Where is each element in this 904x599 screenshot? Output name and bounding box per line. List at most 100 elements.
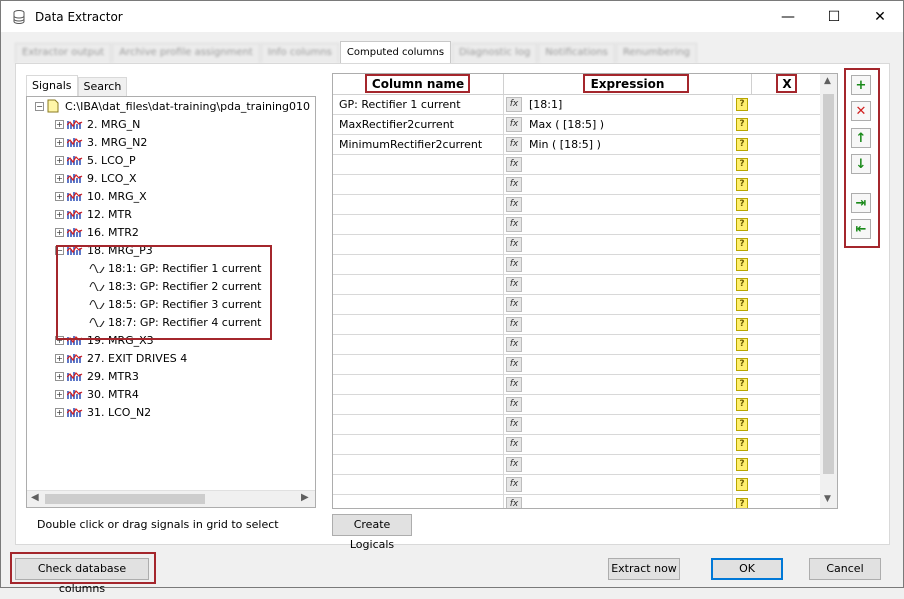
function-icon[interactable]: fx [506, 157, 522, 172]
column-name-cell[interactable] [333, 395, 504, 415]
expression-cell[interactable] [523, 375, 733, 395]
scroll-up-icon[interactable]: ▲ [824, 76, 831, 86]
help-icon[interactable]: ? [736, 358, 748, 371]
expand-icon[interactable]: + [55, 209, 64, 219]
tree-root[interactable]: − C:\IBA\dat_files\dat-training\pda_trai… [35, 97, 310, 115]
expression-cell[interactable]: [18:1] [523, 95, 733, 115]
expand-icon[interactable]: + [55, 155, 64, 165]
expand-icon[interactable]: + [55, 119, 64, 129]
function-icon[interactable]: fx [506, 457, 522, 472]
function-icon[interactable]: fx [506, 137, 522, 152]
computed-columns-grid[interactable]: Column name Expression X GP: Rectifier 1… [332, 73, 838, 509]
function-icon[interactable]: fx [506, 277, 522, 292]
function-icon[interactable]: fx [506, 97, 522, 112]
tree-group[interactable]: +16. MTR2 [55, 223, 139, 241]
tab-signals[interactable]: Signals [26, 75, 78, 96]
help-icon[interactable]: ? [736, 158, 748, 171]
table-row[interactable]: fx? [333, 415, 823, 435]
expression-cell[interactable] [523, 335, 733, 355]
column-name-cell[interactable] [333, 415, 504, 435]
column-name-cell[interactable] [333, 215, 504, 235]
tree-group[interactable]: +2. MRG_N [55, 115, 140, 133]
column-name-cell[interactable] [333, 355, 504, 375]
column-name-cell[interactable]: MaxRectifier2current [333, 115, 504, 135]
column-name-cell[interactable] [333, 255, 504, 275]
expression-cell[interactable] [523, 295, 733, 315]
grid-scroll-thumb[interactable] [823, 94, 834, 474]
column-name-cell[interactable] [333, 195, 504, 215]
function-icon[interactable]: fx [506, 217, 522, 232]
expression-cell[interactable] [523, 155, 733, 175]
help-icon[interactable]: ? [736, 338, 748, 351]
table-row[interactable]: fx? [333, 495, 823, 508]
table-row[interactable]: fx? [333, 215, 823, 235]
scroll-down-icon[interactable]: ▼ [824, 494, 831, 504]
table-row[interactable]: fx? [333, 175, 823, 195]
collapse-icon[interactable]: − [35, 101, 44, 111]
expression-cell[interactable] [523, 395, 733, 415]
x-cell[interactable] [752, 115, 823, 135]
function-icon[interactable]: fx [506, 317, 522, 332]
x-cell[interactable] [752, 475, 823, 495]
expression-cell[interactable] [523, 415, 733, 435]
expression-cell[interactable] [523, 435, 733, 455]
expand-icon[interactable]: + [55, 137, 64, 147]
column-name-cell[interactable] [333, 235, 504, 255]
table-row[interactable]: fx? [333, 155, 823, 175]
x-cell[interactable] [752, 495, 823, 508]
table-row[interactable]: fx? [333, 375, 823, 395]
tree-group[interactable]: +30. MTR4 [55, 385, 139, 403]
table-row[interactable]: fx? [333, 235, 823, 255]
table-row[interactable]: fx? [333, 355, 823, 375]
x-cell[interactable] [752, 95, 823, 115]
function-icon[interactable]: fx [506, 297, 522, 312]
x-cell[interactable] [752, 275, 823, 295]
x-cell[interactable] [752, 395, 823, 415]
expand-icon[interactable]: + [55, 389, 64, 399]
column-name-cell[interactable] [333, 475, 504, 495]
table-row[interactable]: fx? [333, 255, 823, 275]
help-icon[interactable]: ? [736, 118, 748, 131]
minimize-button[interactable]: — [765, 1, 811, 32]
scroll-left-icon[interactable]: ◀ [31, 492, 39, 503]
expression-cell[interactable] [523, 175, 733, 195]
function-icon[interactable]: fx [506, 177, 522, 192]
tree-group[interactable]: +27. EXIT DRIVES 4 [55, 349, 187, 367]
x-cell[interactable] [752, 155, 823, 175]
grid-vertical-scrollbar[interactable]: ▲ ▼ [820, 74, 837, 508]
table-row[interactable]: fx? [333, 295, 823, 315]
column-name-cell[interactable]: MinimumRectifier2current [333, 135, 504, 155]
expand-icon[interactable]: + [55, 353, 64, 363]
expression-cell[interactable] [523, 475, 733, 495]
tab-search[interactable]: Search [77, 77, 128, 96]
expression-cell[interactable] [523, 455, 733, 475]
help-icon[interactable]: ? [736, 138, 748, 151]
column-name-cell[interactable] [333, 175, 504, 195]
expand-icon[interactable]: + [55, 407, 64, 417]
help-icon[interactable]: ? [736, 238, 748, 251]
tab-notifications[interactable]: Notifications [538, 43, 615, 63]
tab-extractor-output[interactable]: Extractor output [15, 43, 112, 63]
function-icon[interactable]: fx [506, 197, 522, 212]
table-row[interactable]: fx? [333, 275, 823, 295]
table-row[interactable]: fx? [333, 455, 823, 475]
x-cell[interactable] [752, 195, 823, 215]
tree-horizontal-scrollbar[interactable]: ◀ ▶ [27, 490, 315, 507]
tree-group[interactable]: +5. LCO_P [55, 151, 136, 169]
extract-now-button[interactable]: Extract now [608, 558, 680, 580]
expression-cell[interactable] [523, 215, 733, 235]
help-icon[interactable]: ? [736, 198, 748, 211]
table-row[interactable]: GP: Rectifier 1 current fx [18:1]? [333, 95, 823, 115]
close-button[interactable]: ✕ [857, 1, 903, 32]
expand-icon[interactable]: + [55, 173, 64, 183]
expression-cell[interactable] [523, 315, 733, 335]
column-name-cell[interactable] [333, 435, 504, 455]
x-cell[interactable] [752, 295, 823, 315]
help-icon[interactable]: ? [736, 398, 748, 411]
x-cell[interactable] [752, 435, 823, 455]
x-cell[interactable] [752, 235, 823, 255]
expression-cell[interactable] [523, 255, 733, 275]
tree-group[interactable]: +31. LCO_N2 [55, 403, 151, 421]
tree-group[interactable]: +3. MRG_N2 [55, 133, 147, 151]
tab-renumbering[interactable]: Renumbering [615, 43, 698, 63]
